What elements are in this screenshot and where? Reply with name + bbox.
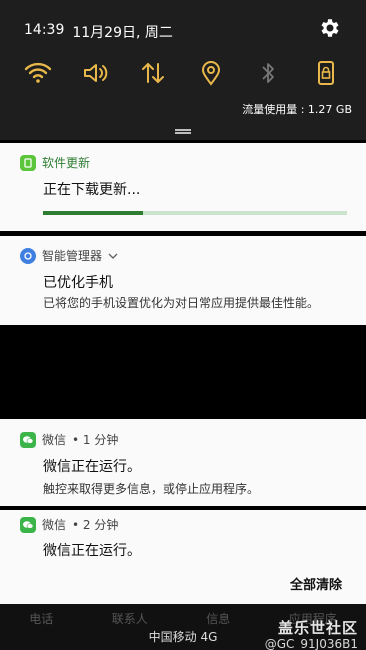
watermark-title: 盖乐世社区 <box>277 619 358 637</box>
notification-software-update[interactable]: 软件更新 正在下载更新... <box>0 143 366 231</box>
notification-wechat-1[interactable]: 微信 • 1 分钟 微信正在运行。 触控来取得更多信息，或停止应用程序。 <box>0 419 366 506</box>
quick-panel: 14:39 11月29日, 周二 流量使用量: 1.27 GB <box>0 0 366 140</box>
status-row: 14:39 11月29日, 周二 <box>24 22 173 42</box>
watermark-user: @GC_91J036B1 <box>264 637 358 650</box>
dock-item-phone[interactable]: 电话 <box>29 610 53 627</box>
wechat-icon <box>20 431 36 448</box>
download-progress-bar <box>43 211 347 215</box>
notification-title: 已优化手机 <box>43 275 113 291</box>
notification-time: • 1 分钟 <box>72 433 119 447</box>
notification-body: 已将您的手机设置优化为对日常应用提供最佳性能。 <box>43 296 320 310</box>
app-name: 微信 <box>42 433 67 447</box>
notification-time: • 2 分钟 <box>72 518 119 532</box>
rotation-lock-toggle[interactable] <box>310 57 342 89</box>
notification-body: 触控来取得更多信息，或停止应用程序。 <box>43 482 260 496</box>
notification-smart-manager[interactable]: 智能管理器 已优化手机 已将您的手机设置优化为对日常应用提供最佳性能。 <box>0 236 366 325</box>
chevron-down-icon[interactable] <box>108 252 118 260</box>
dock-item-contacts[interactable]: 联系人 <box>112 610 148 627</box>
date: 11月29日, 周二 <box>72 25 173 41</box>
notification-header: 智能管理器 <box>20 247 118 264</box>
location-toggle[interactable] <box>195 57 227 89</box>
clock: 14:39 <box>24 22 65 38</box>
clear-all-bar: 全部清除 <box>0 561 366 604</box>
bluetooth-toggle[interactable] <box>252 57 284 89</box>
smart-manager-icon <box>20 247 36 264</box>
lock-rotation-icon <box>317 61 334 85</box>
dock-item-messages[interactable]: 信息 <box>206 610 230 627</box>
sound-toggle[interactable] <box>80 57 112 89</box>
download-progress-fill <box>43 211 144 215</box>
bluetooth-icon <box>262 63 275 83</box>
notification-title: 微信正在运行。 <box>43 459 141 475</box>
app-name: 智能管理器 <box>42 249 103 263</box>
notification-header: 微信 • 1 分钟 <box>20 431 118 448</box>
watermark: 盖乐世社区 @GC_91J036B1 <box>265 620 358 650</box>
mobile-data-toggle[interactable] <box>137 57 169 89</box>
software-update-icon <box>20 154 36 171</box>
notification-header: 软件更新 <box>20 154 90 171</box>
gear-icon <box>321 19 339 37</box>
settings-button[interactable] <box>318 16 342 40</box>
app-name: 微信 <box>42 518 67 532</box>
notification-wechat-2[interactable]: 微信 • 2 分钟 微信正在运行。 <box>0 510 366 561</box>
app-name: 软件更新 <box>42 156 91 170</box>
notification-title: 正在下载更新... <box>43 182 141 198</box>
mobile-data-icon <box>142 62 165 84</box>
wifi-icon <box>24 62 52 83</box>
drag-handle-icon[interactable] <box>175 129 191 134</box>
volume-icon <box>83 64 107 82</box>
quick-settings-row <box>22 57 342 89</box>
data-usage-label: 流量使用量 : 1.27 GB <box>242 103 352 116</box>
wifi-toggle[interactable] <box>22 57 54 89</box>
clear-all-button[interactable]: 全部清除 <box>290 574 342 593</box>
wechat-icon <box>20 516 36 533</box>
notification-header: 微信 • 2 分钟 <box>20 516 118 533</box>
notification-title: 微信正在运行。 <box>43 543 141 559</box>
location-icon <box>201 61 220 86</box>
bottom-area: 电话 联系人 信息 应用程序 中国移动 4G 盖乐世社区 @GC_91J036B… <box>0 604 366 650</box>
